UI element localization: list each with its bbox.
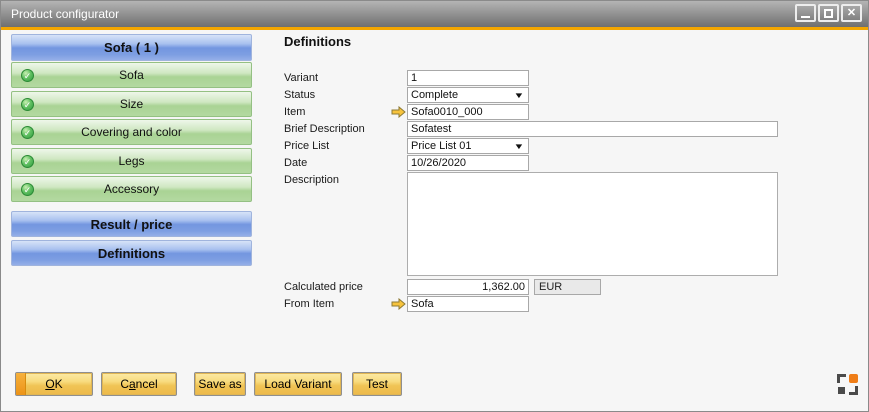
corner-bracket-bottom-right — [849, 386, 858, 395]
from-item-input[interactable] — [407, 296, 529, 312]
from-item-link-arrow-icon[interactable] — [391, 296, 406, 312]
test-button[interactable]: Test — [352, 372, 402, 396]
title-bar[interactable]: Product configurator ✕ — [1, 1, 868, 27]
page-title: Definitions — [284, 34, 351, 49]
sidebar-item-label: Legs — [118, 154, 144, 168]
variant-label: Variant — [284, 70, 318, 86]
maximize-button[interactable] — [818, 4, 839, 22]
sidebar-item-label: Size — [120, 97, 143, 111]
status-value: Complete — [411, 89, 458, 101]
sidebar-item-label: Definitions — [98, 246, 165, 261]
product-configurator-window: Product configurator ✕ Sofa ( 1 ) ✓ Sofa… — [0, 0, 869, 412]
cancel-button[interactable]: Cancel — [101, 372, 177, 396]
orange-square — [849, 374, 858, 383]
check-icon: ✓ — [21, 126, 34, 139]
maximize-icon — [824, 9, 833, 18]
resize-form-icon[interactable] — [837, 374, 858, 395]
minimize-icon — [801, 16, 810, 18]
sidebar-item-sofa[interactable]: ✓ Sofa — [11, 62, 252, 88]
corner-bracket-top-left — [837, 374, 846, 383]
from-item-label: From Item — [284, 296, 334, 312]
item-link-arrow-icon[interactable] — [391, 104, 406, 120]
window-title: Product configurator — [1, 7, 119, 21]
sidebar-item-size[interactable]: ✓ Size — [11, 91, 252, 117]
ok-button[interactable]: OK — [15, 372, 93, 396]
check-icon: ✓ — [21, 155, 34, 168]
price-list-label: Price List — [284, 138, 329, 154]
save-as-button[interactable]: Save as — [194, 372, 246, 396]
close-button[interactable]: ✕ — [841, 4, 862, 22]
sidebar-item-definitions[interactable]: Definitions — [11, 240, 252, 266]
calculated-price-input[interactable] — [407, 279, 529, 295]
calculated-price-label: Calculated price — [284, 279, 363, 295]
load-variant-button[interactable]: Load Variant — [254, 372, 342, 396]
variant-input[interactable] — [407, 70, 529, 86]
window-controls: ✕ — [795, 4, 862, 22]
sidebar-item-accessory[interactable]: ✓ Accessory — [11, 176, 252, 202]
description-textarea[interactable] — [407, 172, 778, 276]
brief-description-label: Brief Description — [284, 121, 365, 137]
brief-description-input[interactable] — [407, 121, 778, 137]
price-list-dropdown[interactable]: Price List 01 ▼ — [407, 138, 529, 154]
cancel-button-label: Cancel — [120, 377, 157, 391]
check-icon: ✓ — [21, 98, 34, 111]
check-icon: ✓ — [21, 183, 34, 196]
test-button-label: Test — [366, 377, 388, 391]
minimize-button[interactable] — [795, 4, 816, 22]
sidebar-item-result-price[interactable]: Result / price — [11, 211, 252, 237]
sidebar-item-label: Result / price — [91, 217, 173, 232]
item-input[interactable] — [407, 104, 529, 120]
sidebar-item-label: Sofa — [119, 68, 144, 82]
content-area: Sofa ( 1 ) ✓ Sofa ✓ Size ✓ Covering and … — [1, 30, 868, 411]
item-label: Item — [284, 104, 305, 120]
price-list-value: Price List 01 — [411, 140, 472, 152]
check-icon: ✓ — [21, 69, 34, 82]
status-dropdown[interactable]: Complete ▼ — [407, 87, 529, 103]
sidebar-item-label: Accessory — [104, 182, 159, 196]
sidebar-item-legs[interactable]: ✓ Legs — [11, 148, 252, 174]
sidebar-summary-sofa[interactable]: Sofa ( 1 ) — [11, 34, 252, 61]
date-label: Date — [284, 155, 307, 171]
date-input[interactable] — [407, 155, 529, 171]
currency-box: EUR — [534, 279, 601, 295]
close-icon: ✕ — [847, 8, 856, 19]
chevron-down-icon: ▼ — [513, 91, 524, 100]
grey-square — [838, 387, 845, 394]
description-label: Description — [284, 172, 339, 188]
sidebar-item-label: Covering and color — [81, 125, 182, 139]
save-as-button-label: Save as — [198, 377, 241, 391]
sidebar-summary-label: Sofa ( 1 ) — [104, 40, 159, 55]
sidebar-item-covering-and-color[interactable]: ✓ Covering and color — [11, 119, 252, 145]
default-button-stripe — [16, 373, 26, 395]
chevron-down-icon: ▼ — [513, 142, 524, 151]
status-label: Status — [284, 87, 315, 103]
load-variant-button-label: Load Variant — [264, 377, 331, 391]
ok-button-label: OK — [45, 377, 62, 391]
